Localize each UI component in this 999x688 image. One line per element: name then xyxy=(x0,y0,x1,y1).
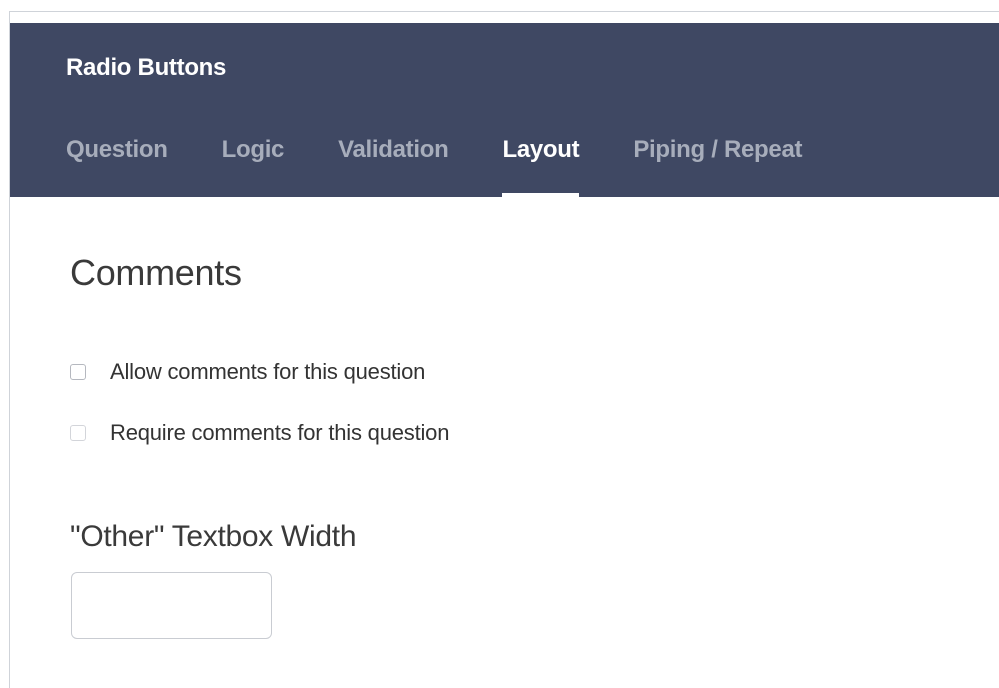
tab-layout[interactable]: Layout xyxy=(502,136,580,197)
require-comments-option[interactable]: Require comments for this question xyxy=(70,420,449,446)
tab-piping-repeat[interactable]: Piping / Repeat xyxy=(633,136,802,197)
allow-comments-checkbox[interactable] xyxy=(70,364,86,380)
allow-comments-option[interactable]: Allow comments for this question xyxy=(70,359,425,385)
tab-logic[interactable]: Logic xyxy=(222,136,285,197)
editor-tabs: Question Logic Validation Layout Piping … xyxy=(66,136,803,197)
comments-section-title: Comments xyxy=(70,252,242,293)
other-textbox-width-label: "Other" Textbox Width xyxy=(70,520,357,553)
allow-comments-label: Allow comments for this question xyxy=(110,359,426,384)
tab-validation[interactable]: Validation xyxy=(338,136,449,197)
require-comments-checkbox[interactable] xyxy=(70,425,86,441)
tab-question[interactable]: Question xyxy=(66,136,168,197)
question-editor-header: Radio Buttons Question Logic Validation … xyxy=(10,23,999,197)
question-type-title: Radio Buttons xyxy=(66,54,227,81)
other-textbox-width-input[interactable] xyxy=(71,572,272,639)
require-comments-label: Require comments for this question xyxy=(110,420,450,445)
